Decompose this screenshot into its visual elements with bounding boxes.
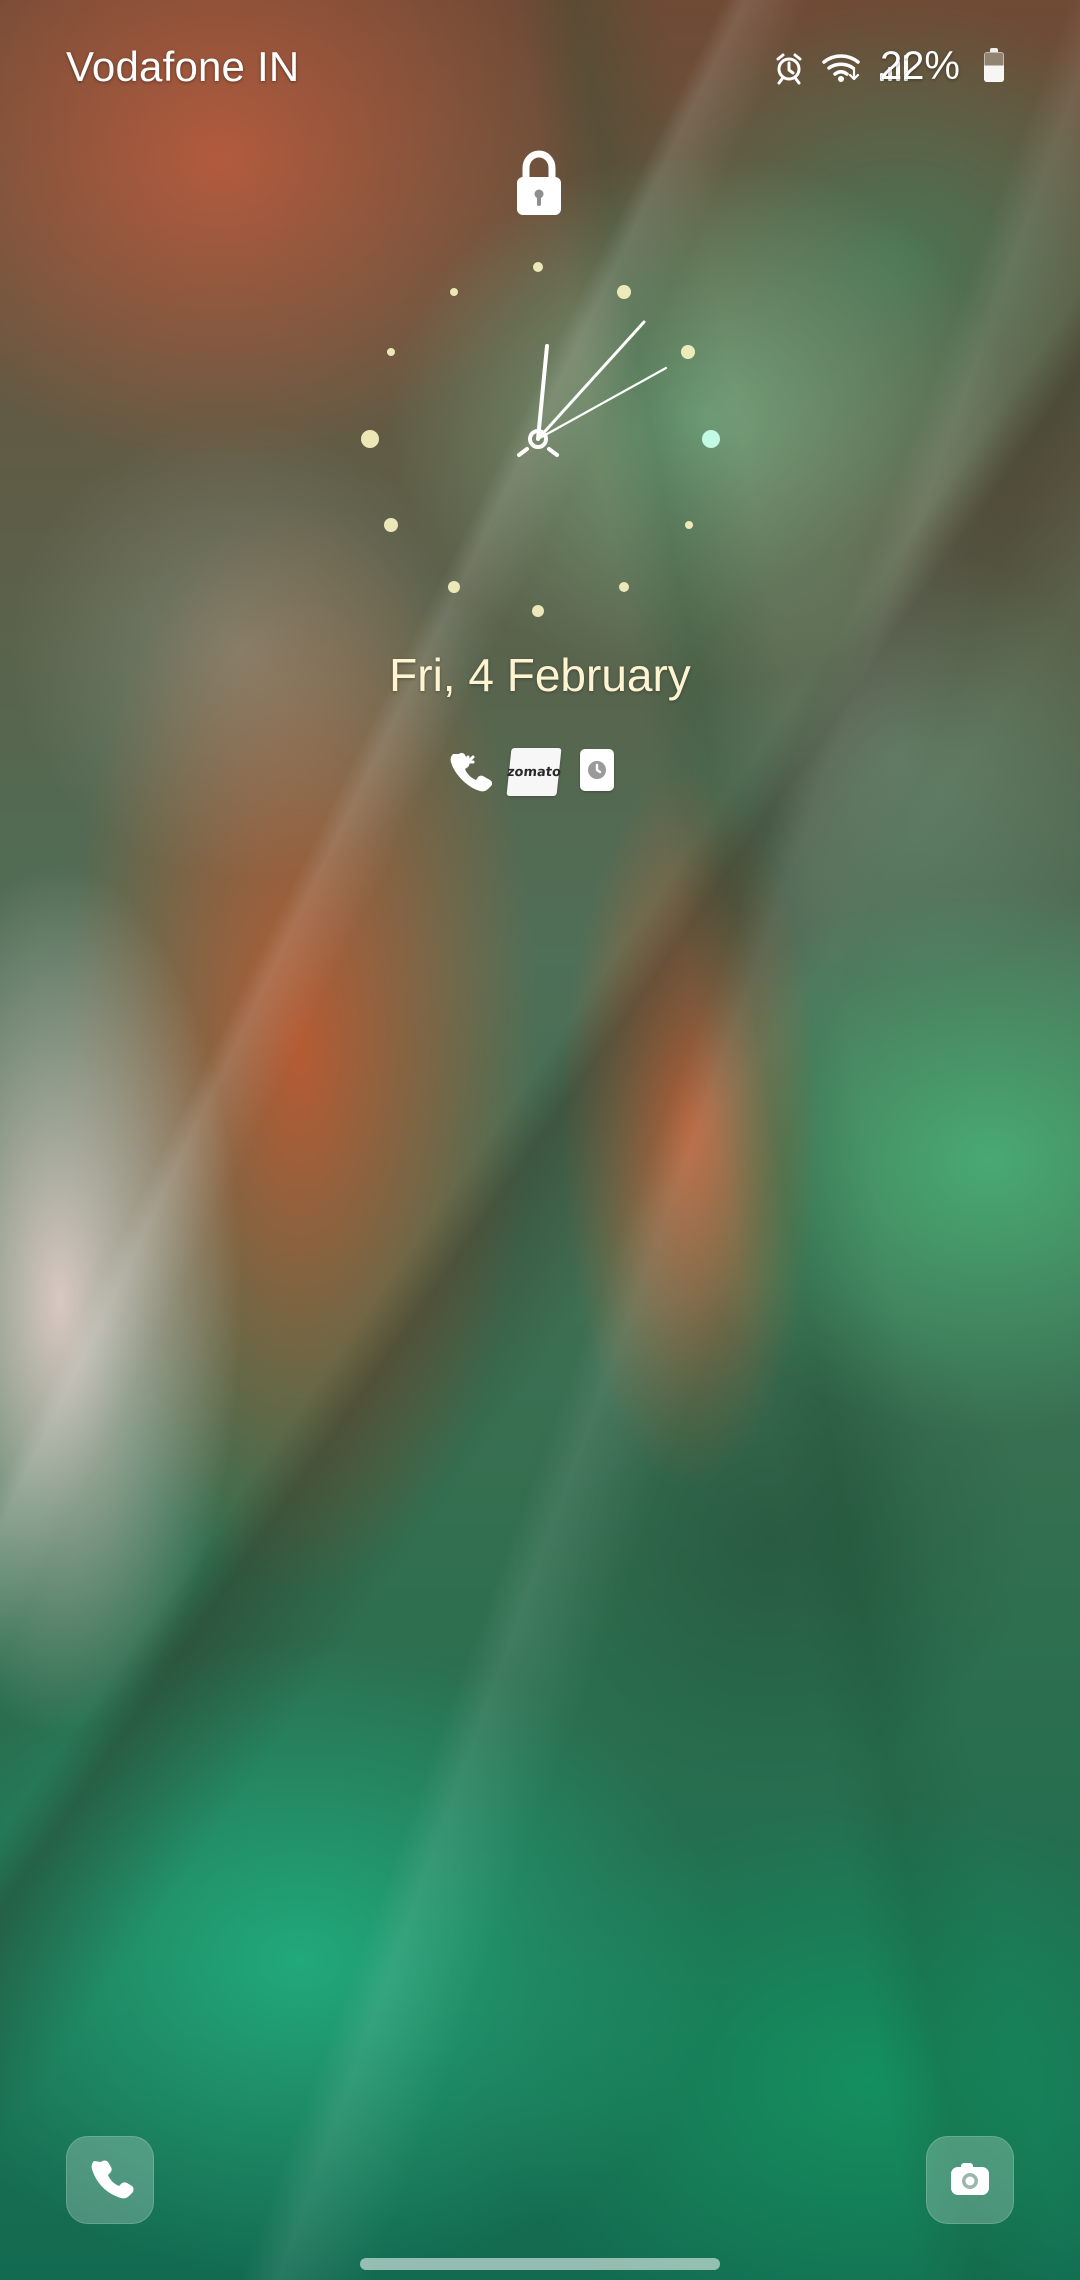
battery-percent: 22% xyxy=(879,44,960,88)
clock-dot xyxy=(532,605,544,617)
camera-icon xyxy=(951,2163,989,2195)
clock-dot xyxy=(450,288,458,296)
clock-center-detail xyxy=(517,447,559,457)
lock-screen: Vodafone IN 22% Fri, 4 February zomato xyxy=(0,0,1080,2280)
clock-dot xyxy=(617,285,631,299)
clock-dot xyxy=(681,345,695,359)
lock-icon xyxy=(512,150,566,220)
carrier-name: Vodafone IN xyxy=(66,43,300,90)
phone-icon xyxy=(91,2160,134,2199)
clock-dot xyxy=(384,518,398,532)
clock-dot xyxy=(533,262,543,272)
clock-dot xyxy=(448,581,460,593)
wifi-icon xyxy=(820,51,862,85)
notification-icons[interactable]: zomato xyxy=(448,748,638,798)
clock-dot xyxy=(619,582,629,592)
zomato-label: zomato xyxy=(506,764,562,780)
second-hand xyxy=(536,366,668,441)
camera-shortcut-button[interactable] xyxy=(926,2136,1014,2224)
missed-call-icon[interactable] xyxy=(448,748,494,794)
hour-hand xyxy=(536,344,549,441)
phone-shortcut-button[interactable] xyxy=(66,2136,154,2224)
minute-hand xyxy=(536,320,646,441)
alarm-icon xyxy=(772,51,806,85)
lock-date: Fri, 4 February xyxy=(389,649,691,701)
battery-icon xyxy=(984,48,1004,82)
status-bar: Vodafone IN 22% xyxy=(0,0,1080,140)
clock-dot xyxy=(361,430,379,448)
zomato-app-icon[interactable]: zomato xyxy=(506,748,562,796)
clock-dot xyxy=(685,521,693,529)
clock-dot xyxy=(387,348,395,356)
clock-app-icon[interactable] xyxy=(580,749,614,791)
home-indicator[interactable] xyxy=(360,2258,720,2270)
analog-clock xyxy=(348,244,728,624)
clock-dot xyxy=(702,430,720,448)
